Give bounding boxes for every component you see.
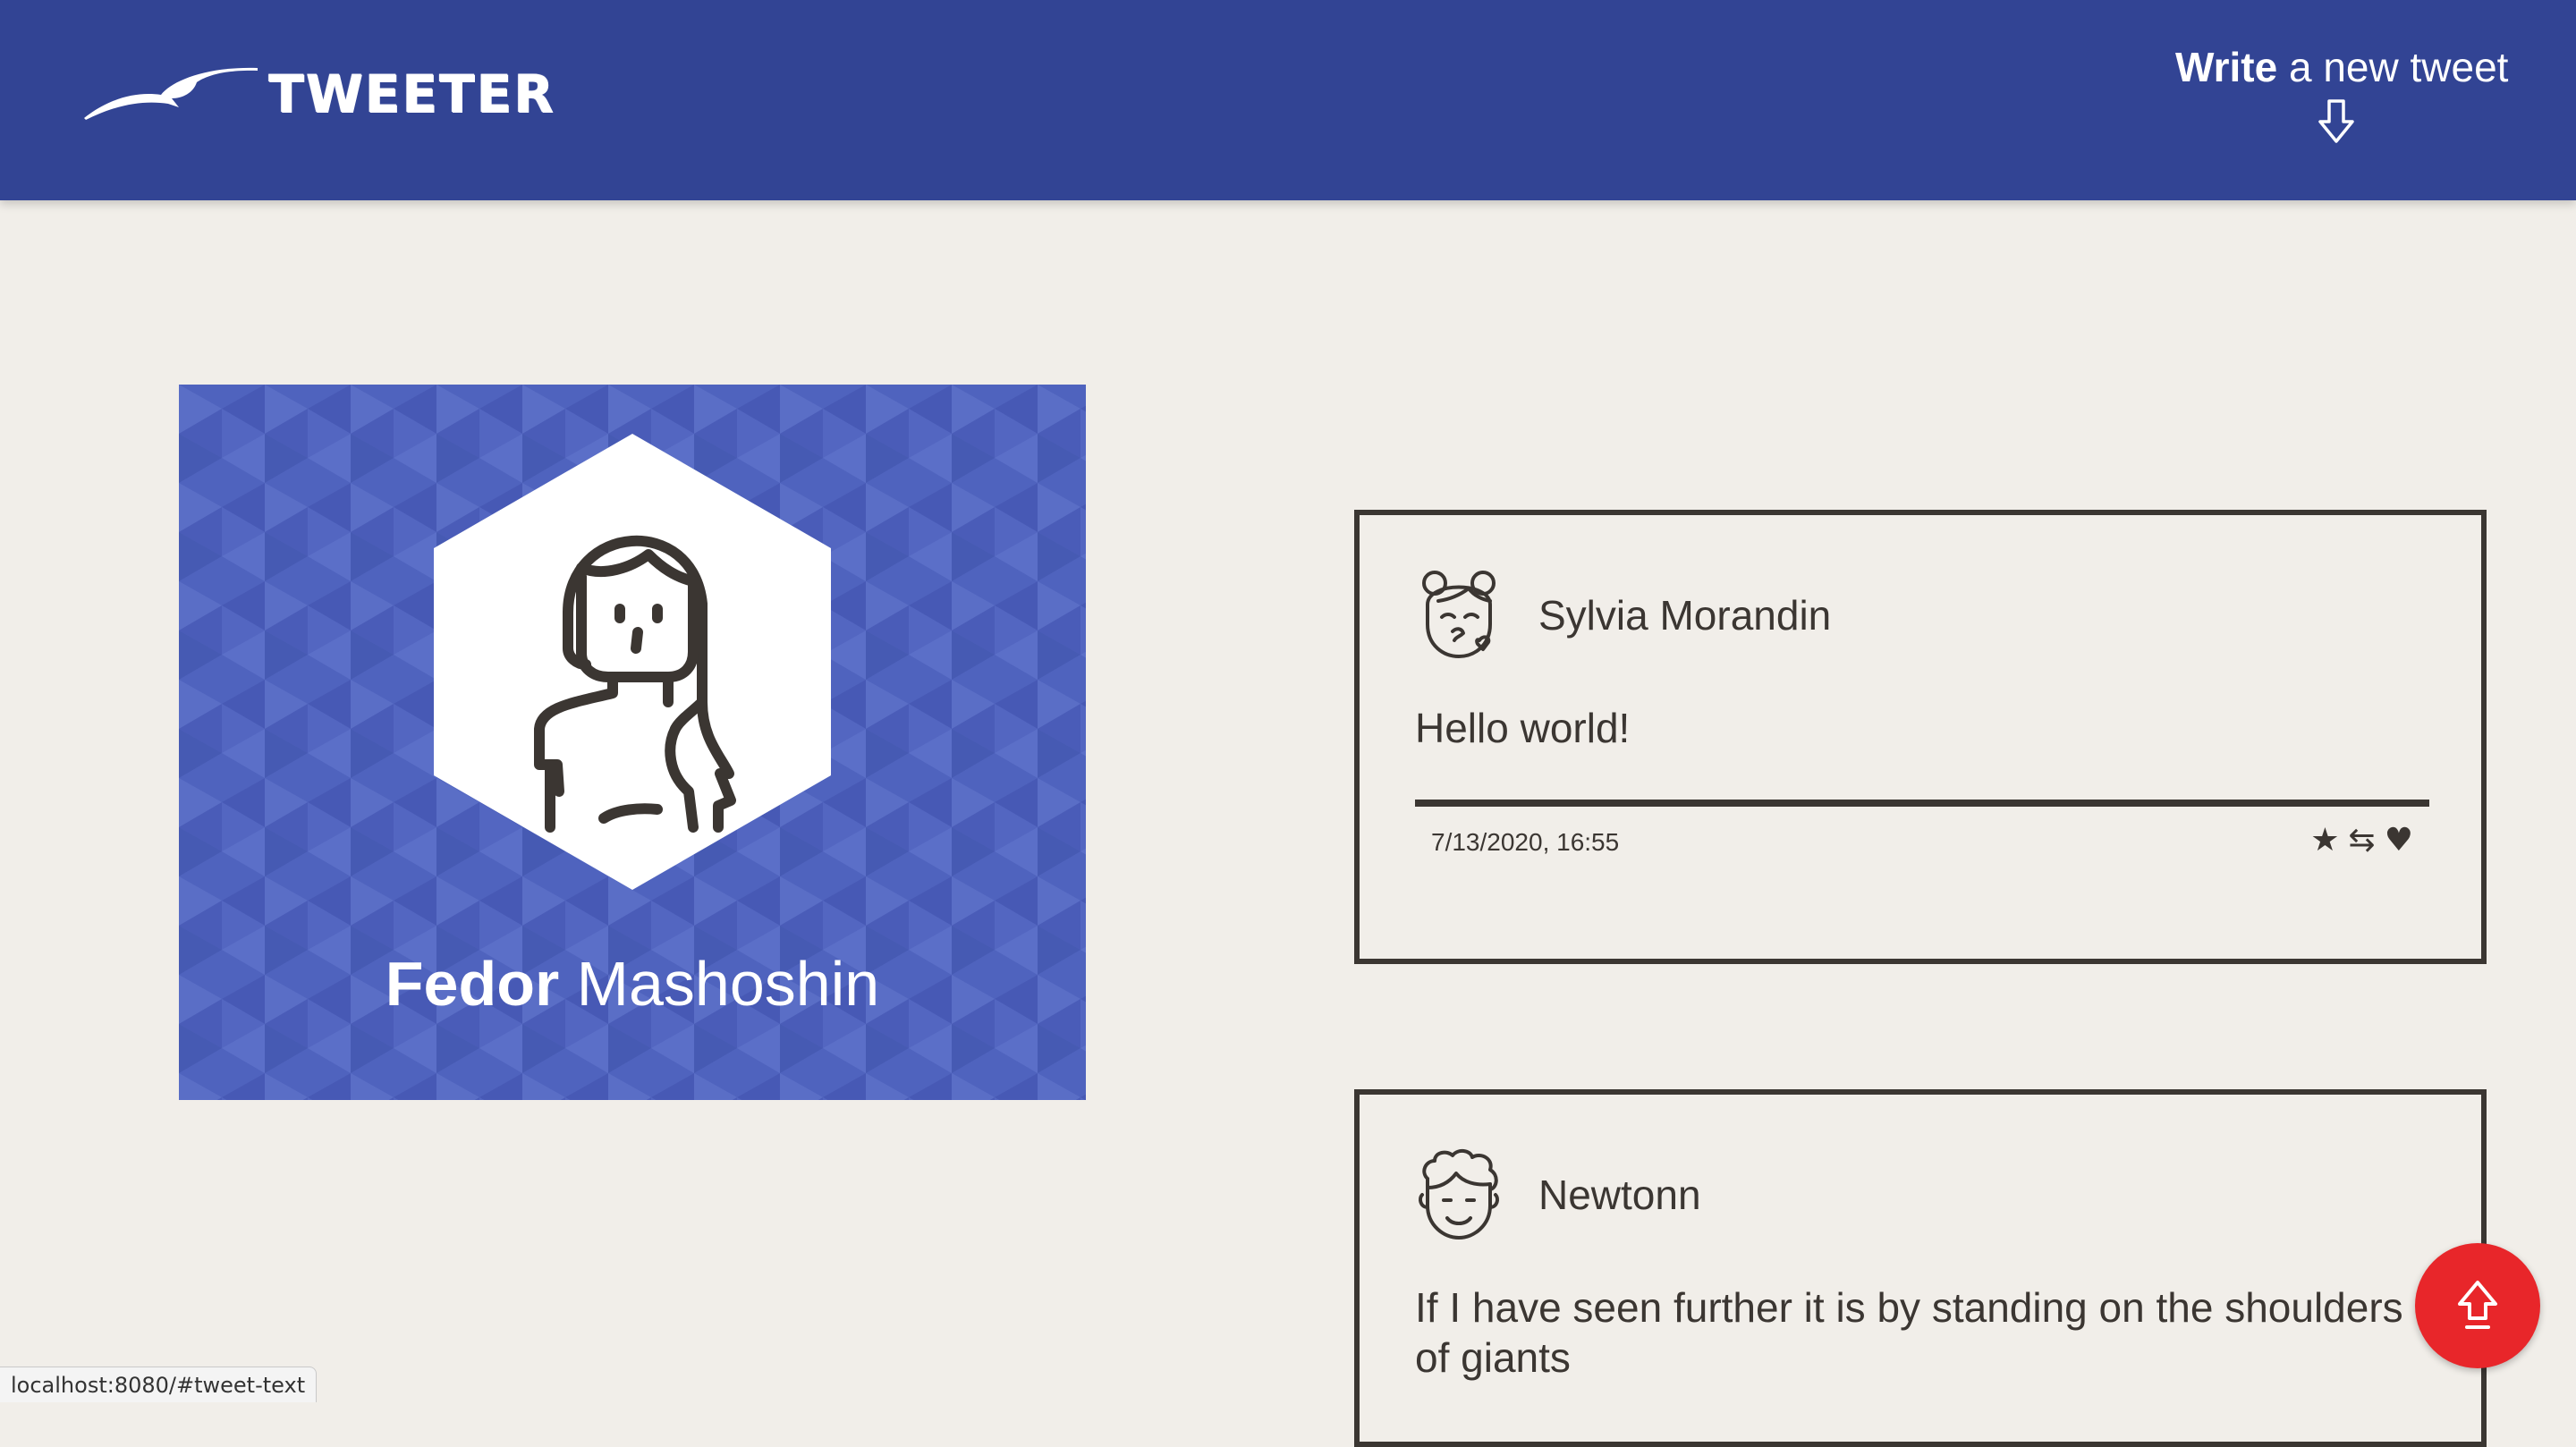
top-nav: TWEETER Write a new tweet (0, 0, 2576, 200)
tweet-author[interactable]: Newtonn (1538, 1171, 1701, 1219)
tweet-author[interactable]: Sylvia Morandin (1538, 591, 1831, 639)
arrow-down-icon (2318, 99, 2354, 143)
compose-label: Write a new tweet (2175, 38, 2508, 97)
profile-card: Fedor Mashoshin (179, 385, 1086, 1100)
profile-first-name: Fedor (385, 949, 560, 1019)
heart-icon[interactable]: ♥ (2385, 825, 2413, 857)
browser-status-bar: localhost:8080/#tweet-text (0, 1367, 318, 1402)
tweet-actions: ★ ⇆ ♥ (2301, 825, 2413, 857)
tweet-footer: 7/13/2020, 16:55 ★ ⇆ ♥ (1415, 800, 2429, 857)
tweet-card: Newtonn If I have seen further it is by … (1354, 1089, 2487, 1447)
arrow-up-icon (2458, 1281, 2497, 1329)
star-icon[interactable]: ★ (2310, 825, 2339, 857)
profile-name: Fedor Mashoshin (179, 946, 1086, 1021)
avatar-hexagon (434, 434, 831, 890)
bird-logo-icon (84, 67, 258, 120)
compose-strong: Write (2175, 44, 2278, 90)
retweet-icon[interactable]: ⇆ (2349, 825, 2376, 857)
write-new-tweet-link[interactable]: Write a new tweet (2175, 38, 2508, 145)
user-avatar-icon (1419, 1149, 1499, 1240)
tweet-header: Sylvia Morandin (1415, 569, 1831, 662)
tweet-text: If I have seen further it is by standing… (1415, 1284, 2403, 1381)
compose-rest: a new tweet (2277, 44, 2509, 90)
user-avatar-icon (1422, 571, 1496, 658)
tweet-card: Sylvia Morandin Hello world! 7/13/2020, … (1354, 510, 2487, 964)
tweet-header: Newtonn (1415, 1148, 1701, 1241)
back-to-top-button[interactable] (2415, 1243, 2540, 1368)
brand[interactable]: TWEETER (82, 63, 555, 125)
tweet-text: Hello world! (1415, 705, 1631, 751)
brand-name: TWEETER (268, 63, 555, 124)
profile-last-name: Mashoshin (559, 949, 880, 1019)
tweet-date: 7/13/2020, 16:55 (1431, 828, 1620, 856)
